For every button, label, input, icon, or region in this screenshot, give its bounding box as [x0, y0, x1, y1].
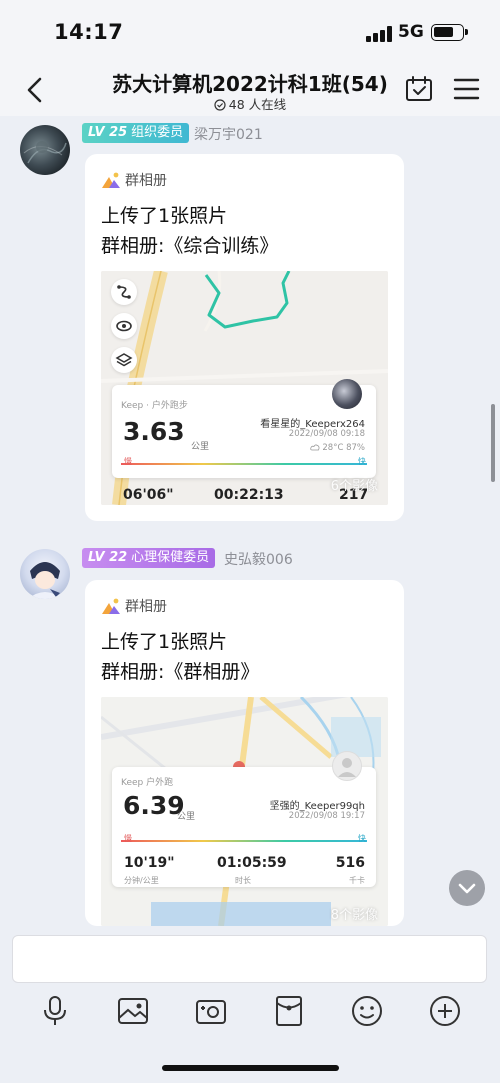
pace-slow-label: 慢 — [124, 457, 132, 466]
pace-value: 06'06" — [123, 487, 174, 503]
scroll-to-bottom-button[interactable] — [449, 870, 485, 906]
message-text: 上传了1张照片 — [101, 205, 228, 227]
back-icon[interactable] — [18, 72, 54, 108]
sender-avatar[interactable] — [20, 125, 70, 175]
message-list[interactable]: LV 25组织委员 梁万宇021 群相册 上传了1张照片 群相册:《综合训练》 — [0, 116, 500, 926]
menu-icon[interactable] — [451, 76, 481, 102]
distance-unit: 公里 — [191, 442, 210, 452]
online-text: 48 人在线 — [228, 97, 287, 112]
camera-icon[interactable] — [194, 994, 228, 1028]
pace-label: 分钟/公里 — [124, 876, 159, 885]
album-tag-text: 群相册 — [125, 599, 167, 615]
duration-label: 时长 — [235, 876, 251, 885]
album-tag: 群相册 — [101, 596, 167, 616]
chevron-down-icon — [458, 883, 476, 894]
image-count: 6个影像 — [330, 479, 378, 494]
layers-icon[interactable] — [111, 347, 137, 373]
runner-avatar — [332, 751, 362, 781]
calories-label: 千卡 — [349, 876, 365, 885]
online-icon — [214, 99, 226, 111]
pace-value: 10'19" — [124, 855, 175, 871]
red-packet-icon[interactable] — [272, 994, 306, 1028]
message-bubble[interactable]: 群相册 上传了1张照片 群相册:《群相册》 Keep 户外跑 6.39 公里 坚… — [85, 580, 404, 926]
album-tag: 群相册 — [101, 170, 167, 190]
photo-thumbnail[interactable]: Keep 户外跑 6.39 公里 坚强的_Keeper99qh 2022/09/… — [101, 697, 388, 926]
activity-type: Keep · 户外跑步 — [121, 401, 188, 411]
plus-icon[interactable] — [428, 994, 462, 1028]
role-text: 组织委员 — [131, 125, 184, 140]
album-icon — [102, 598, 120, 614]
avatar-art — [23, 141, 67, 164]
pace-gradient-bar — [121, 463, 367, 465]
sender-name[interactable]: 史弘毅006 — [224, 549, 293, 569]
pace-slow-label: 慢 — [124, 834, 132, 843]
scrollbar[interactable] — [491, 404, 495, 482]
album-name: 群相册:《综合训练》 — [101, 235, 279, 257]
photo-thumbnail[interactable]: Keep · 户外跑步 3.63 公里 看星星的_Keeperx264 2022… — [101, 271, 388, 505]
status-time: 14:17 — [54, 20, 124, 44]
calories-value: 516 — [335, 855, 365, 871]
album-name: 群相册:《群相册》 — [101, 661, 260, 683]
run-summary-card: Keep · 户外跑步 3.63 公里 看星星的_Keeperx264 2022… — [112, 379, 376, 478]
pace-fast-label: 快 — [358, 457, 366, 466]
member-level-badge: LV 25 组织委员 — [82, 123, 190, 143]
weather-text: 28°C 87% — [322, 443, 365, 453]
message-input[interactable] — [12, 935, 487, 983]
group-title[interactable]: 苏大计算机2022计科1班(54) — [80, 68, 420, 97]
default-avatar-icon — [338, 758, 356, 777]
album-tag-text: 群相册 — [125, 173, 167, 189]
album-icon — [102, 172, 120, 188]
microphone-icon[interactable] — [38, 994, 72, 1028]
pace-gradient-bar — [121, 840, 367, 842]
runner-name: 坚强的_Keeper99qh — [269, 801, 365, 812]
signal-icon — [366, 26, 392, 42]
run-summary-card: Keep 户外跑 6.39 公里 坚强的_Keeper99qh 2022/09/… — [112, 751, 376, 887]
run-datetime: 2022/09/08 19:17 — [288, 811, 365, 821]
activity-type: Keep 户外跑 — [121, 778, 174, 788]
duration-value: 01:05:59 — [217, 855, 287, 871]
network-type: 5G — [398, 22, 424, 42]
duration-value: 00:22:13 — [214, 487, 284, 503]
role-text: 心理保健委员 — [131, 550, 210, 565]
level-text: LV 22 — [88, 550, 128, 565]
input-toolbar — [0, 986, 500, 1036]
message-text: 上传了1张照片 — [101, 631, 228, 653]
distance-value: 6.39 — [123, 791, 185, 820]
level-text: LV 25 — [88, 125, 128, 140]
image-count: 8个影像 — [330, 908, 378, 923]
run-datetime: 2022/09/08 09:18 — [288, 429, 365, 439]
avatar-art — [28, 562, 62, 599]
status-bar: 14:17 5G — [0, 0, 500, 62]
emoji-icon[interactable] — [350, 994, 384, 1028]
weather-icon — [309, 444, 320, 451]
message-bubble[interactable]: 群相册 上传了1张照片 群相册:《综合训练》 Keep · 户外跑步 3.63 … — [85, 154, 404, 521]
eye-icon[interactable] — [111, 313, 137, 339]
pace-fast-label: 快 — [358, 834, 366, 843]
image-icon[interactable] — [116, 994, 150, 1028]
runner-name: 看星星的_Keeperx264 — [260, 419, 365, 430]
battery-icon — [431, 24, 468, 41]
distance-unit: 公里 — [177, 812, 196, 822]
sender-name[interactable]: 梁万宇021 — [194, 124, 263, 144]
online-count: 48 人在线 — [150, 94, 350, 113]
distance-value: 3.63 — [123, 417, 185, 446]
weather-info: 28°C 87% — [309, 443, 365, 453]
home-indicator[interactable] — [162, 1065, 339, 1071]
member-level-badge: LV 22 心理保健委员 — [82, 548, 216, 568]
sender-avatar[interactable] — [20, 549, 70, 599]
chat-header: 苏大计算机2022计科1班(54) 48 人在线 — [0, 62, 500, 116]
runner-avatar — [332, 379, 362, 409]
calendar-check-icon[interactable] — [404, 74, 434, 104]
route-icon[interactable] — [111, 279, 137, 305]
